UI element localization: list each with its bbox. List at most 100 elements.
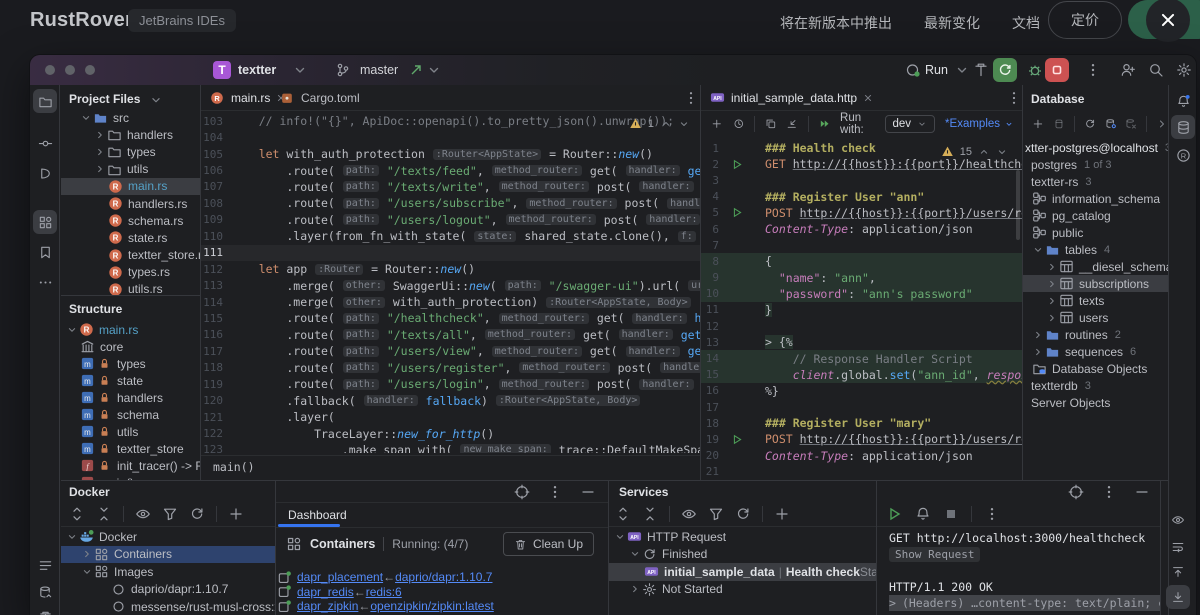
build-hammer-icon[interactable] xyxy=(973,62,989,78)
database-changes-toolwindow-icon[interactable] xyxy=(33,580,57,604)
attach-icon[interactable] xyxy=(1053,116,1065,132)
code-line[interactable]: 19POST http://{{host}}:{{port}}/users/re… xyxy=(701,431,1022,447)
tree-item--diesel-schema-mig[interactable]: __diesel_schema_mig xyxy=(1023,258,1168,275)
banner-link-whatsnew[interactable]: 将在新版本中推出 xyxy=(780,13,892,33)
tree-item-main-rs[interactable]: Rmain.rs xyxy=(61,178,200,195)
tree-item-row[interactable]: APIinitial_sample_data | Health check St… xyxy=(609,563,876,581)
tree-item-textter-rs[interactable]: textter-rs3 xyxy=(1023,173,1168,190)
tree-item-xtter-postgres-localhost[interactable]: xtter-postgres@localhost3 xyxy=(1023,139,1168,156)
code-line[interactable]: 109 .route( path: "/users/logout", metho… xyxy=(201,212,700,228)
next-warning-icon[interactable] xyxy=(996,146,1008,158)
tab-cargo-toml[interactable]: Cargo.toml xyxy=(271,85,368,110)
code-line[interactable]: 11} xyxy=(701,302,1022,318)
tree-item-finished[interactable]: Finished xyxy=(609,546,876,564)
code-line[interactable]: 112 let app :Router = Router::new() xyxy=(201,261,700,277)
code-line[interactable]: 6Content-Type: application/json xyxy=(701,221,1022,237)
tree-item-row[interactable]: dapr_placement ← daprio/dapr:1.10.7 xyxy=(276,570,608,585)
debug-icon[interactable] xyxy=(1027,62,1043,78)
code-line[interactable]: 5POST http://{{host}}:{{port}}/users/reg… xyxy=(701,205,1022,221)
terminal-toolwindow-icon[interactable] xyxy=(33,605,57,615)
expand-all-icon[interactable] xyxy=(69,506,85,522)
code-line[interactable]: 8{ xyxy=(701,253,1022,269)
scrollbar[interactable] xyxy=(1016,170,1020,240)
inspection-widget[interactable]: 1 xyxy=(629,117,690,130)
banner-link-changes[interactable]: 最新变化 xyxy=(924,13,980,33)
code-line[interactable]: 9 "name": "ann", xyxy=(701,270,1022,286)
http-code[interactable]: 1### Health check2GET http://{{host}}:{{… xyxy=(701,140,1022,480)
code-line[interactable]: 15 client.global.set("ann_id", response.… xyxy=(701,367,1022,383)
refresh-icon[interactable] xyxy=(735,506,751,522)
code-line[interactable]: 21 xyxy=(701,464,1022,480)
add-connection-icon[interactable] xyxy=(228,506,244,522)
code-line[interactable]: 10 "password": "ann's password" xyxy=(701,286,1022,302)
kebab-menu-icon[interactable] xyxy=(984,506,1000,522)
code-line[interactable]: 14 // Response Handler Script xyxy=(701,350,1022,366)
code-line[interactable]: 4### Register User "ann" xyxy=(701,189,1022,205)
locate-icon[interactable] xyxy=(514,484,530,500)
code-line[interactable]: 107 .route( path: "/texts/write", method… xyxy=(201,179,700,195)
code-line[interactable]: HTTP/1.1 200 OK xyxy=(889,579,1160,595)
crates-toolwindow-icon[interactable]: R xyxy=(1171,143,1195,167)
datasource-settings-icon[interactable] xyxy=(1105,116,1117,132)
window-dot-3[interactable] xyxy=(85,65,95,75)
tree-item-types[interactable]: types xyxy=(61,143,200,160)
code-line[interactable]: 12 xyxy=(701,318,1022,334)
code-line[interactable] xyxy=(889,563,1160,579)
tree-item-types-rs[interactable]: Rtypes.rs xyxy=(61,264,200,281)
filter-icon[interactable] xyxy=(708,506,724,522)
banner-link-docs[interactable]: 文档 xyxy=(1012,13,1040,33)
stop-button[interactable] xyxy=(1045,58,1069,82)
locate-icon[interactable] xyxy=(1068,484,1084,500)
code-line[interactable]: 117 .route( path: "/users/view", method_… xyxy=(201,343,700,359)
tree-item-public[interactable]: public xyxy=(1023,224,1168,241)
code-line[interactable]: 16%} xyxy=(701,383,1022,399)
code-line[interactable]: (Headers) …content-type: text/plain; cha… xyxy=(889,595,1160,611)
code-line[interactable]: 113 .merge( other: SwaggerUi::new( path:… xyxy=(201,277,700,293)
refresh-icon[interactable] xyxy=(189,506,205,522)
code-line[interactable]: 17 xyxy=(701,399,1022,415)
tab-http-file[interactable]: API initial_sample_data.http xyxy=(701,85,881,110)
settings-gear-icon[interactable] xyxy=(1176,62,1192,78)
tree-item-handlers[interactable]: mhandlers xyxy=(61,389,200,406)
tree-item-containers[interactable]: Containers xyxy=(61,546,275,564)
rerun-request-icon[interactable] xyxy=(887,506,903,522)
project-name[interactable]: textter xyxy=(238,63,276,77)
run-all-icon[interactable] xyxy=(819,116,831,132)
tree-item-subscriptions[interactable]: subscriptions xyxy=(1023,275,1168,292)
pullrequests-toolwindow-icon[interactable] xyxy=(33,161,57,185)
disconnect-icon[interactable] xyxy=(1125,116,1137,132)
tree-item-not-started[interactable]: Not Started xyxy=(609,581,876,599)
tree-item-images[interactable]: Images xyxy=(61,563,275,581)
tree-item-users[interactable]: users xyxy=(1023,309,1168,326)
scroll-to-top-icon[interactable] xyxy=(1166,560,1190,584)
tree-item-pg-catalog[interactable]: pg_catalog xyxy=(1023,207,1168,224)
code-line[interactable]: 106 .route( path: "/texts/feed", method_… xyxy=(201,162,700,178)
import-icon[interactable] xyxy=(786,116,798,132)
tree-item-init-tracer-res[interactable]: finit_tracer() -> Res xyxy=(61,457,200,474)
code-line[interactable]: Show Request xyxy=(889,546,1160,562)
close-tab-icon[interactable] xyxy=(863,93,873,103)
close-button[interactable] xyxy=(1146,0,1190,42)
pricing-button[interactable]: 定价 xyxy=(1048,1,1122,39)
minimize-icon[interactable] xyxy=(1134,484,1150,500)
tree-item-tables[interactable]: tables4 xyxy=(1023,241,1168,258)
examples-link[interactable]: *Examples xyxy=(945,118,1014,130)
code-line[interactable]: 20Content-Type: application/json xyxy=(701,448,1022,464)
tree-item-textterdb[interactable]: textterdb3 xyxy=(1023,377,1168,394)
minimize-icon[interactable] xyxy=(580,484,596,500)
tree-item-state-rs[interactable]: Rstate.rs xyxy=(61,229,200,246)
console-output[interactable]: GET http://localhost:3000/healthcheckSho… xyxy=(877,530,1160,615)
tree-item-textter-store-rs[interactable]: Rtextter_store.rs xyxy=(61,247,200,264)
tree-item-src[interactable]: src xyxy=(61,109,200,126)
code-line[interactable]: 105 let with_auth_protection :Router<App… xyxy=(201,146,700,162)
tree-item-textter-store[interactable]: mtextter_store xyxy=(61,440,200,457)
run-config-label[interactable]: Run xyxy=(925,63,948,77)
show-options-icon[interactable] xyxy=(1166,508,1190,532)
prev-warning-icon[interactable] xyxy=(978,146,990,158)
tree-item-docker[interactable]: Docker xyxy=(61,528,275,546)
chevron-down-icon[interactable] xyxy=(149,93,163,107)
window-dot-2[interactable] xyxy=(65,65,75,75)
tree-item-state[interactable]: mstate xyxy=(61,372,200,389)
stop-icon[interactable] xyxy=(943,506,959,522)
kebab-menu-icon[interactable] xyxy=(683,90,699,106)
